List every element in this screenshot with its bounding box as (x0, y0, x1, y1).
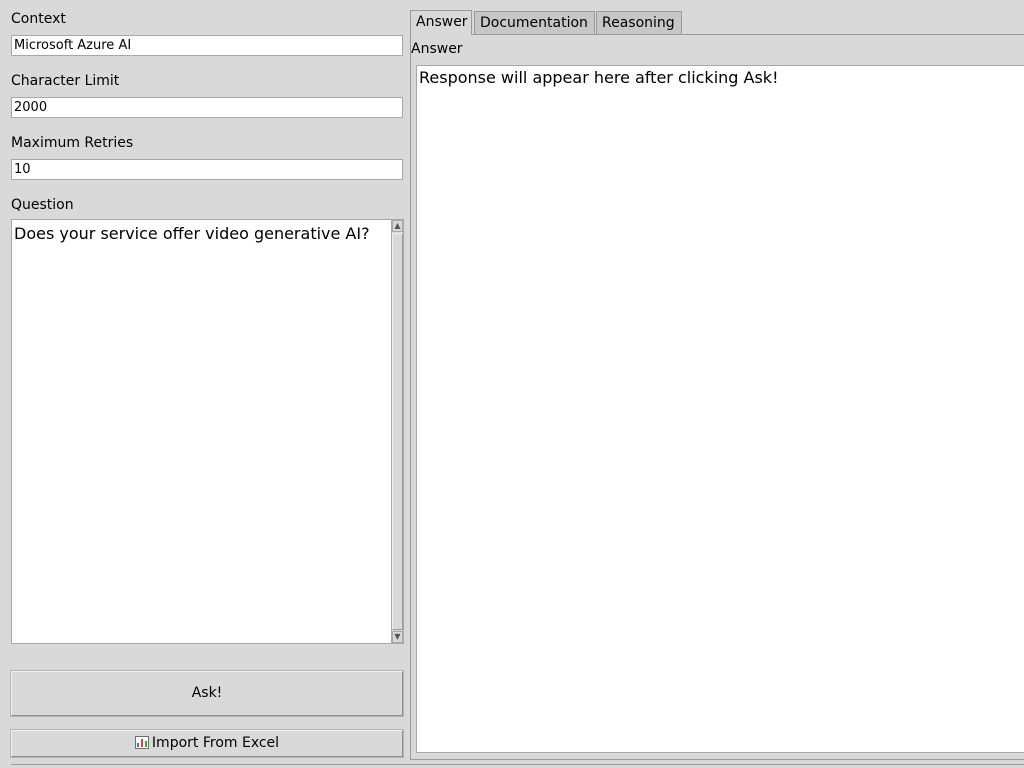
scrollbar-thumb[interactable] (392, 233, 403, 630)
maximum-retries-label: Maximum Retries (11, 135, 134, 151)
question-label: Question (11, 197, 74, 213)
app-window: Context Microsoft Azure AI Character Lim… (0, 0, 1024, 768)
scroll-down-arrow-icon[interactable]: ▼ (392, 631, 403, 643)
tab-reasoning[interactable]: Reasoning (596, 11, 682, 35)
tab-documentation[interactable]: Documentation (474, 11, 595, 35)
answer-textarea[interactable]: Response will appear here after clicking… (416, 65, 1024, 753)
question-textarea[interactable]: Does your service offer video generative… (11, 219, 392, 644)
bottom-divider (11, 764, 1024, 768)
maximum-retries-input[interactable]: 10 (11, 159, 403, 180)
character-limit-input[interactable]: 2000 (11, 97, 403, 118)
import-from-excel-button[interactable]: Import From Excel (11, 730, 403, 757)
context-label: Context (11, 11, 66, 27)
question-scrollbar[interactable]: ▲ ▼ (391, 219, 404, 644)
answer-label: Answer (411, 41, 463, 57)
ask-button[interactable]: Ask! (11, 671, 403, 716)
context-input[interactable]: Microsoft Azure AI (11, 35, 403, 56)
import-from-excel-label: Import From Excel (151, 735, 280, 751)
bar-chart-icon (134, 733, 149, 749)
character-limit-label: Character Limit (11, 73, 120, 89)
tab-answer[interactable]: Answer (410, 10, 472, 35)
scroll-up-arrow-icon[interactable]: ▲ (392, 220, 403, 232)
